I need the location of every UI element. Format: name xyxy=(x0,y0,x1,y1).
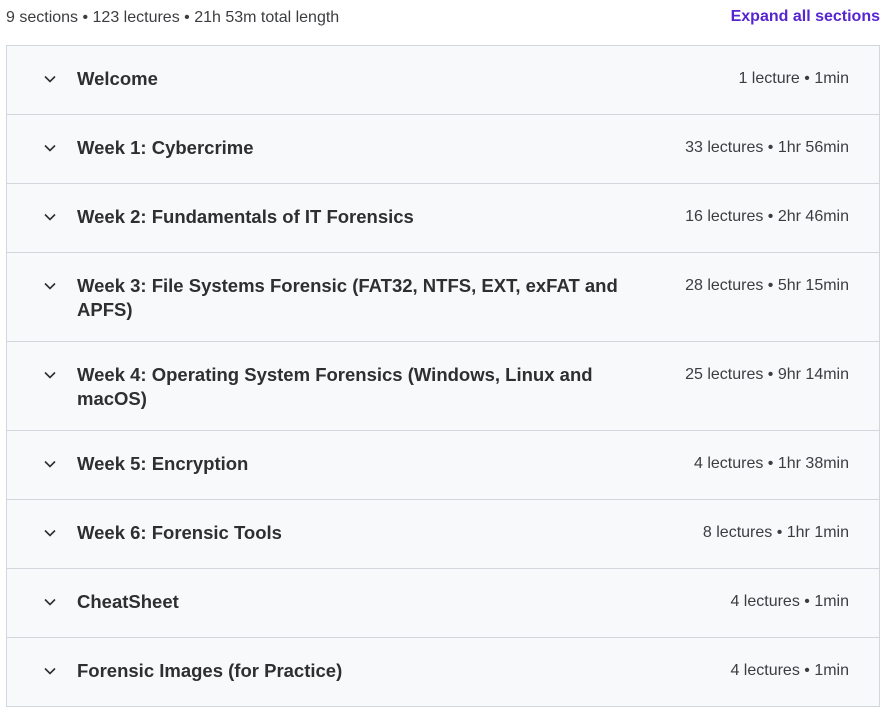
section-row[interactable]: Week 1: Cybercrime 33 lectures • 1hr 56m… xyxy=(7,115,879,184)
section-title: Week 3: File Systems Forensic (FAT32, NT… xyxy=(77,275,618,320)
section-row[interactable]: Welcome 1 lecture • 1min xyxy=(7,46,879,115)
section-meta: 28 lectures • 5hr 15min xyxy=(685,277,849,294)
section-title: Week 6: Forensic Tools xyxy=(77,522,282,543)
chevron-down-icon xyxy=(43,368,57,382)
section-meta: 16 lectures • 2hr 46min xyxy=(685,208,849,225)
section-title: Week 5: Encryption xyxy=(77,453,249,474)
section-meta: 4 lectures • 1hr 38min xyxy=(693,455,849,472)
curriculum-sections: Welcome 1 lecture • 1min Week 1: Cybercr… xyxy=(6,45,880,707)
chevron-down-icon xyxy=(43,526,57,540)
section-title: Week 2: Fundamentals of IT Forensics xyxy=(77,206,414,227)
section-meta: 1 lecture • 1min xyxy=(738,70,849,87)
chevron-down-icon xyxy=(43,664,57,678)
section-row[interactable]: Week 5: Encryption 4 lectures • 1hr 38mi… xyxy=(7,431,879,500)
curriculum-header: 9 sections • 123 lectures • 21h 53m tota… xyxy=(0,0,886,45)
chevron-down-icon xyxy=(43,72,57,86)
section-meta: 4 lectures • 1min xyxy=(730,662,849,679)
section-row[interactable]: Forensic Images (for Practice) 4 lecture… xyxy=(7,638,879,707)
section-meta: 25 lectures • 9hr 14min xyxy=(685,366,849,383)
chevron-down-icon xyxy=(43,279,57,293)
chevron-down-icon xyxy=(43,141,57,155)
section-title: Week 1: Cybercrime xyxy=(77,137,254,158)
chevron-down-icon xyxy=(43,595,57,609)
section-row[interactable]: Week 6: Forensic Tools 8 lectures • 1hr … xyxy=(7,500,879,569)
section-row[interactable]: Week 4: Operating System Forensics (Wind… xyxy=(7,342,879,431)
section-title: Welcome xyxy=(77,68,158,89)
section-meta: 8 lectures • 1hr 1min xyxy=(702,524,849,541)
section-meta: 33 lectures • 1hr 56min xyxy=(685,139,849,156)
section-row[interactable]: CheatSheet 4 lectures • 1min xyxy=(7,569,879,638)
curriculum-summary: 9 sections • 123 lectures • 21h 53m tota… xyxy=(6,9,340,26)
chevron-down-icon xyxy=(43,210,57,224)
chevron-down-icon xyxy=(43,457,57,471)
section-title: CheatSheet xyxy=(77,591,179,612)
expand-all-sections-button[interactable]: Expand all sections xyxy=(731,8,880,26)
section-meta: 4 lectures • 1min xyxy=(730,593,849,610)
section-title: Week 4: Operating System Forensics (Wind… xyxy=(77,364,593,409)
section-row[interactable]: Week 3: File Systems Forensic (FAT32, NT… xyxy=(7,253,879,342)
section-title: Forensic Images (for Practice) xyxy=(77,660,343,681)
section-row[interactable]: Week 2: Fundamentals of IT Forensics 16 … xyxy=(7,184,879,253)
